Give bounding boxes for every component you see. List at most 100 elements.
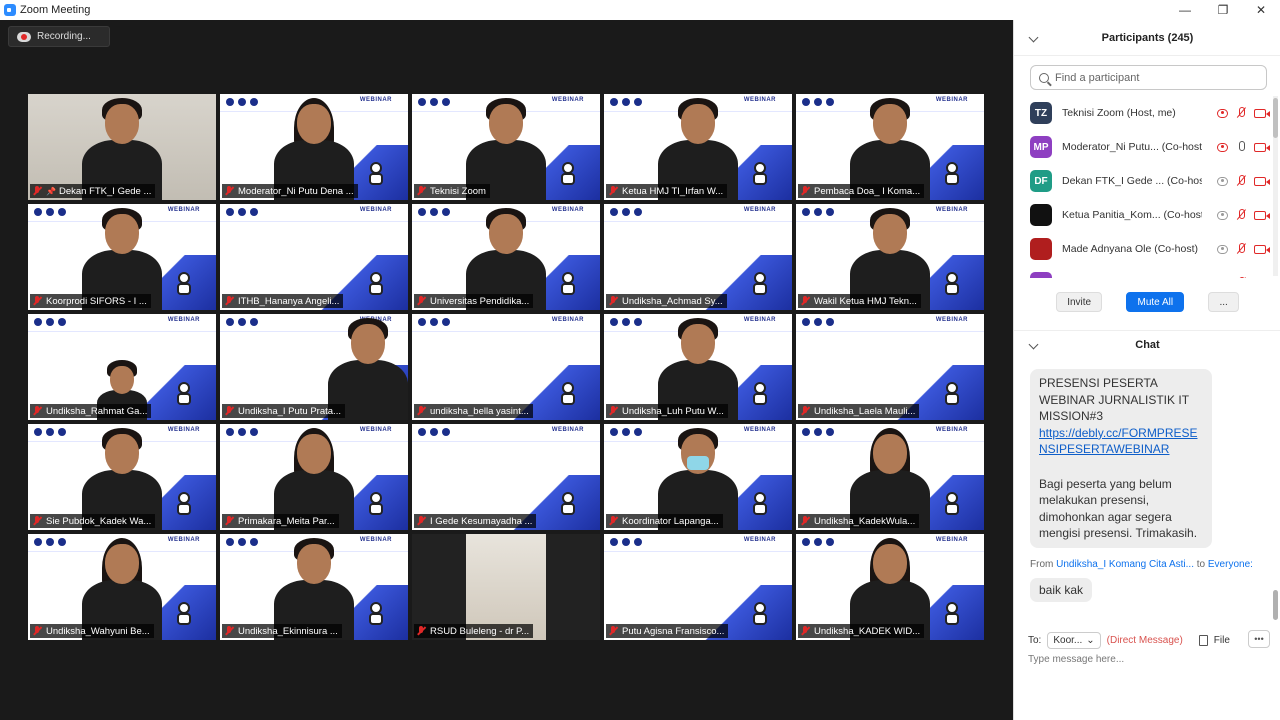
- chat-more-button[interactable]: •••: [1248, 630, 1270, 648]
- avatar: [1030, 204, 1052, 226]
- mic-muted-icon[interactable]: [1236, 209, 1246, 221]
- participant-name: ITHB_Hananya Angeli...: [238, 295, 340, 307]
- webinar-banner: WEBINAR: [28, 314, 216, 332]
- participant-nameplate: Undiksha_Luh Putu W...: [606, 404, 728, 418]
- video-off-icon[interactable]: [1254, 210, 1270, 220]
- participant-row[interactable]: MP Moderator_Ni Putu... (Co-host): [1014, 130, 1274, 164]
- participant-nameplate: Koordinator Lapanga...: [606, 514, 723, 528]
- webinar-label: WEBINAR: [167, 317, 200, 323]
- chat-scrollbar[interactable]: [1273, 360, 1278, 620]
- participant-list: TZ Teknisi Zoom (Host, me) MP Moderator_Ni …: [1014, 96, 1274, 278]
- mic-muted-icon: [416, 406, 426, 416]
- video-tile[interactable]: 📌 Dekan FTK_I Gede ...: [28, 94, 216, 200]
- video-tile[interactable]: WEBINAR Universitas Pendidika...: [412, 204, 600, 310]
- webinar-label: WEBINAR: [359, 427, 392, 433]
- participant-search[interactable]: [1030, 65, 1267, 90]
- file-icon[interactable]: [1198, 634, 1208, 646]
- invite-button[interactable]: Invite: [1056, 292, 1103, 312]
- participant-row[interactable]: TZ Teknisi Zoom (Host, me): [1014, 96, 1274, 130]
- more-button[interactable]: ...: [1208, 292, 1239, 312]
- record-status-icon: [1217, 108, 1228, 118]
- video-off-icon[interactable]: [1254, 244, 1270, 254]
- participants-scrollbar[interactable]: [1273, 96, 1278, 276]
- participant-name: Undiksha_KADEK WID...: [814, 625, 921, 637]
- video-tile[interactable]: WEBINAR Pembaca Doa_ I Koma...: [796, 94, 984, 200]
- video-tile[interactable]: RSUD Buleleng - dr P...: [412, 534, 600, 640]
- video-tile[interactable]: WEBINAR Moderator_Ni Putu Dena ...: [220, 94, 408, 200]
- recording-indicator[interactable]: Recording...: [8, 26, 110, 47]
- collapse-chevron-icon[interactable]: [1028, 339, 1039, 350]
- side-panel: Participants (245) TZ Teknisi Zoom (Host,…: [1013, 20, 1280, 720]
- participants-header: Participants (245): [1014, 20, 1280, 56]
- chat-message-input[interactable]: [1028, 654, 1268, 665]
- video-tile[interactable]: WEBINAR Ketua HMJ TI_Irfan W...: [604, 94, 792, 200]
- video-tile[interactable]: WEBINAR Koordinator Lapanga...: [604, 424, 792, 530]
- participant-name: undiksha_bella yasint...: [430, 405, 529, 417]
- participant-status-icons: [1217, 277, 1266, 278]
- video-tile[interactable]: WEBINAR Teknisi Zoom: [412, 94, 600, 200]
- video-tile[interactable]: WEBINAR Undiksha_Luh Putu W...: [604, 314, 792, 420]
- participant-row[interactable]: Made Adnyana Ole (Co-host): [1014, 232, 1274, 266]
- maximize-button[interactable]: ❐: [1204, 0, 1242, 20]
- participant-status-icons: [1217, 107, 1270, 119]
- mic-muted-icon[interactable]: [1236, 243, 1246, 255]
- video-tile[interactable]: WEBINAR Putu Agisna Fransisco...: [604, 534, 792, 640]
- participant-video: [328, 318, 408, 420]
- video-tile[interactable]: WEBINAR Undiksha_Ekinnisura ...: [220, 534, 408, 640]
- record-status-icon: [1217, 244, 1228, 254]
- video-tile[interactable]: WEBINAR Undiksha_Achmad Sy...: [604, 204, 792, 310]
- video-tile[interactable]: WEBINAR Undiksha_KadekWula...: [796, 424, 984, 530]
- astronaut-icon: [174, 492, 194, 516]
- mic-muted-icon: [32, 186, 42, 196]
- chat-message: PRESENSI PESERTA WEBINAR JURNALISTIK IT …: [1030, 369, 1212, 548]
- mute-all-button[interactable]: Mute All: [1126, 292, 1185, 312]
- sender-name[interactable]: Undiksha_I Komang Cita Asti...: [1056, 559, 1194, 570]
- recipient-select-value: Koor...: [1053, 634, 1083, 646]
- video-tile[interactable]: WEBINAR Undiksha_Rahmat Ga...: [28, 314, 216, 420]
- video-tile[interactable]: WEBINAR Wakil Ketua HMJ Tekn...: [796, 204, 984, 310]
- participant-name: Koorprodi SIFORS - I ...: [46, 295, 147, 307]
- mic-icon[interactable]: [1236, 141, 1246, 153]
- video-tile[interactable]: WEBINAR I Gede Kesumayadha ...: [412, 424, 600, 530]
- mic-muted-icon[interactable]: [1236, 175, 1246, 187]
- video-tile[interactable]: WEBINAR Primakara_Meita Par...: [220, 424, 408, 530]
- video-tile[interactable]: WEBINAR Undiksha_Wahyuni Be...: [28, 534, 216, 640]
- to-label: To:: [1028, 634, 1042, 646]
- participant-row[interactable]: Ketua Panitia_Kom... (Co-host): [1014, 198, 1274, 232]
- minimize-button[interactable]: —: [1166, 0, 1204, 20]
- participant-name: Pembaca Doa_ I Koma...: [814, 185, 921, 197]
- chat-message-link[interactable]: https://debly.cc/FORMPRESENSIPESERTAWEBI…: [1039, 426, 1198, 457]
- video-off-icon[interactable]: [1254, 142, 1270, 152]
- recipient-select[interactable]: Koor... ⌄: [1047, 631, 1101, 649]
- video-tile[interactable]: WEBINAR Undiksha_KADEK WID...: [796, 534, 984, 640]
- pin-icon: 📌: [46, 186, 56, 196]
- video-tile[interactable]: WEBINAR Sie Pubdok_Kadek Wa...: [28, 424, 216, 530]
- participant-row-name: Dekan FTK_I Gede ... (Co-host): [1062, 175, 1202, 187]
- close-button[interactable]: ✕: [1242, 0, 1280, 20]
- webinar-label: WEBINAR: [167, 537, 200, 543]
- avatar: TZ: [1030, 102, 1052, 124]
- mic-muted-icon: [224, 626, 234, 636]
- mic-muted-icon[interactable]: [1236, 277, 1246, 278]
- video-tile[interactable]: WEBINAR Undiksha_Laela Mauli...: [796, 314, 984, 420]
- participant-row[interactable]: PD Pembaca Doa_ I Ko... (Co-host): [1014, 266, 1274, 278]
- file-button[interactable]: File: [1214, 635, 1230, 646]
- webinar-label: WEBINAR: [743, 317, 776, 323]
- participant-video: [658, 98, 738, 200]
- webinar-label: WEBINAR: [359, 537, 392, 543]
- mic-muted-icon[interactable]: [1236, 107, 1246, 119]
- collapse-chevron-icon[interactable]: [1028, 32, 1039, 43]
- astronaut-icon: [174, 382, 194, 406]
- video-tile[interactable]: WEBINAR undiksha_bella yasint...: [412, 314, 600, 420]
- participant-row[interactable]: DF Dekan FTK_I Gede ... (Co-host): [1014, 164, 1274, 198]
- recipient-name[interactable]: Everyone:: [1208, 559, 1253, 570]
- video-tile[interactable]: WEBINARUndiksha_I Putu Prata...: [220, 314, 408, 420]
- video-off-icon[interactable]: [1254, 108, 1270, 118]
- video-tile[interactable]: WEBINAR Koorprodi SIFORS - I ...: [28, 204, 216, 310]
- participant-name: I Gede Kesumayadha ...: [430, 515, 533, 527]
- search-input[interactable]: [1055, 71, 1255, 84]
- participants-title: Participants (245): [1101, 31, 1194, 44]
- video-tile[interactable]: WEBINAR ITHB_Hananya Angeli...: [220, 204, 408, 310]
- participant-video: [850, 428, 930, 530]
- video-off-icon[interactable]: [1254, 176, 1270, 186]
